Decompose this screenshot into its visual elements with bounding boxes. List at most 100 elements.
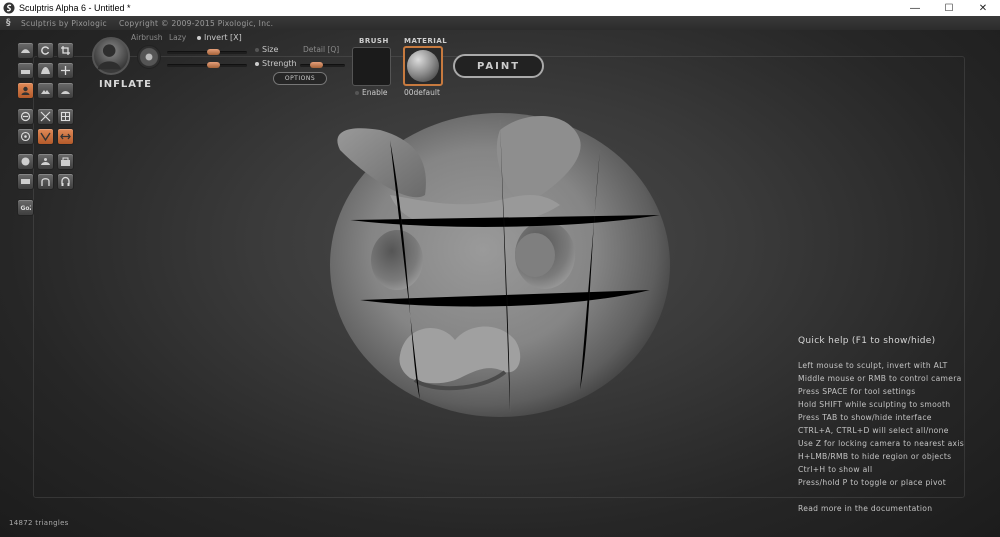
smooth-icon [61,91,70,94]
sphere-tool-button[interactable] [37,128,54,145]
rotate-icon [41,46,50,55]
go-z-icon: GoZ [21,205,32,212]
strength-option[interactable]: Strength [255,59,297,68]
flatten-icon [21,70,30,74]
quick-help-line: Press TAB to show/hide interface [798,413,932,422]
goz-button[interactable]: GoZ [17,199,34,216]
plane-tool-button[interactable] [57,128,74,145]
active-brush-avatar[interactable] [92,37,130,75]
smooth-tool-button[interactable] [57,82,74,99]
mask-tool-button[interactable] [57,108,74,125]
svg-text:GoZ: GoZ [21,205,32,212]
brush-section-label: BRUSH [359,37,389,45]
brush-enable-toggle[interactable]: Enable [355,88,388,97]
quick-help-line: Press SPACE for tool settings [798,387,916,396]
material-name: 00default [404,88,440,97]
plane-icon [60,133,71,140]
grab-icon [41,67,50,74]
import-icon [61,157,70,166]
pressure-knob[interactable] [137,45,161,69]
material-swatch[interactable] [403,46,443,86]
export-tool-button[interactable] [17,173,34,190]
headphones-icon [61,176,70,186]
wireframe-tool-button[interactable] [17,128,34,145]
close-button[interactable]: ✕ [966,0,1000,16]
scale-icon [61,66,70,75]
size-option[interactable]: Size [255,45,278,54]
enable-indicator [355,91,359,95]
size-indicator [255,47,259,52]
sculptris-s-icon: § [6,18,11,28]
size-slider-thumb[interactable] [207,49,221,55]
window-titlebar: Sculptris Alpha 6 - Untitled * — ☐ ✕ [0,0,1000,16]
settings-tool-button[interactable] [37,173,54,190]
brush-texture-swatch[interactable] [352,47,391,86]
quick-help-line: CTRL+A, CTRL+D will select all/none [798,426,949,435]
grab-tool-button[interactable] [37,62,54,79]
quick-help-line: Left mouse to sculpt, invert with ALT [798,361,948,370]
minimize-button[interactable]: — [898,0,932,16]
window-title: Sculptris Alpha 6 - Untitled * [19,3,131,13]
material-section-label: MATERIAL [404,37,448,45]
invert-label: Invert [X] [204,33,242,42]
pinch-tool-button[interactable] [37,82,54,99]
gear-icon [41,178,50,186]
airbrush-toggle[interactable]: Airbrush [131,33,163,42]
paint-button[interactable]: PAINT [453,54,544,78]
scale-tool-button[interactable] [57,62,74,79]
options-button[interactable]: OPTIONS [273,72,327,85]
strength-label: Strength [262,59,297,68]
inflate-brush-icon [97,44,121,70]
headphones-tool-button[interactable] [57,173,74,190]
detail-slider-thumb[interactable] [309,62,323,68]
subdivide-tool-button[interactable] [17,153,34,170]
maximize-button[interactable]: ☐ [932,0,966,16]
quick-help-panel: Quick help (F1 to show/hide) Left mouse … [798,336,998,489]
import-tool-button[interactable] [57,153,74,170]
symmetry-tool-button[interactable] [37,108,54,125]
quick-help-line: Use Z for locking camera to nearest axis [798,439,965,448]
reduce-detail-icon [41,158,50,165]
reduce-tool-button[interactable] [17,108,34,125]
draw-icon [21,49,30,53]
crop-tool-button[interactable] [57,42,74,59]
pinch-icon [41,90,50,94]
app-copyright: Copyright © 2009-2015 Pixologic, Inc. [118,18,274,28]
documentation-link[interactable]: Read more in the documentation [798,504,932,513]
sculptris-logo-icon [3,2,15,14]
invert-indicator [197,35,201,40]
quick-help-line: Hold SHIFT while sculpting to smooth [798,400,951,409]
invert-toggle[interactable]: Invert [X] [197,33,242,42]
quick-help-title: Quick help (F1 to show/hide) [798,336,936,346]
mask-icon [60,111,71,122]
inflate-icon [21,86,30,95]
crop-icon [61,46,70,55]
quick-help-line: Middle mouse or RMB to control camera [798,374,962,383]
subdivide-icon [21,157,30,166]
lazy-toggle[interactable]: Lazy [169,33,186,42]
inflate-tool-button[interactable] [17,82,34,99]
wireframe-icon [20,131,31,142]
material-sphere-icon [407,50,439,82]
symmetry-icon [40,111,51,122]
sphere-icon [40,132,51,142]
reduce-icon [20,111,31,122]
export-icon [21,179,30,184]
reduce-detail-tool-button[interactable] [37,153,54,170]
app-brand: Sculptris by Pixologic [21,18,107,28]
quick-help-line: Press/hold P to toggle or place pivot [798,478,947,487]
enable-label: Enable [362,88,388,97]
quick-help-line: H+LMB/RMB to hide region or objects [798,452,952,461]
app-header: § Sculptris by Pixologic Copyright © 200… [0,16,1000,30]
detail-label: Detail [Q] [303,45,340,54]
flatten-tool-button[interactable] [17,62,34,79]
quick-help-line: Ctrl+H to show all [798,465,873,474]
draw-tool-button[interactable] [17,42,34,59]
strength-slider-thumb[interactable] [207,62,221,68]
active-tool-name: INFLATE [99,79,152,90]
size-label: Size [262,45,279,54]
strength-indicator [255,61,259,66]
triangle-count: 14872 triangles [9,519,69,527]
sculpt-mesh[interactable] [330,100,675,420]
rotate-tool-button[interactable] [37,42,54,59]
